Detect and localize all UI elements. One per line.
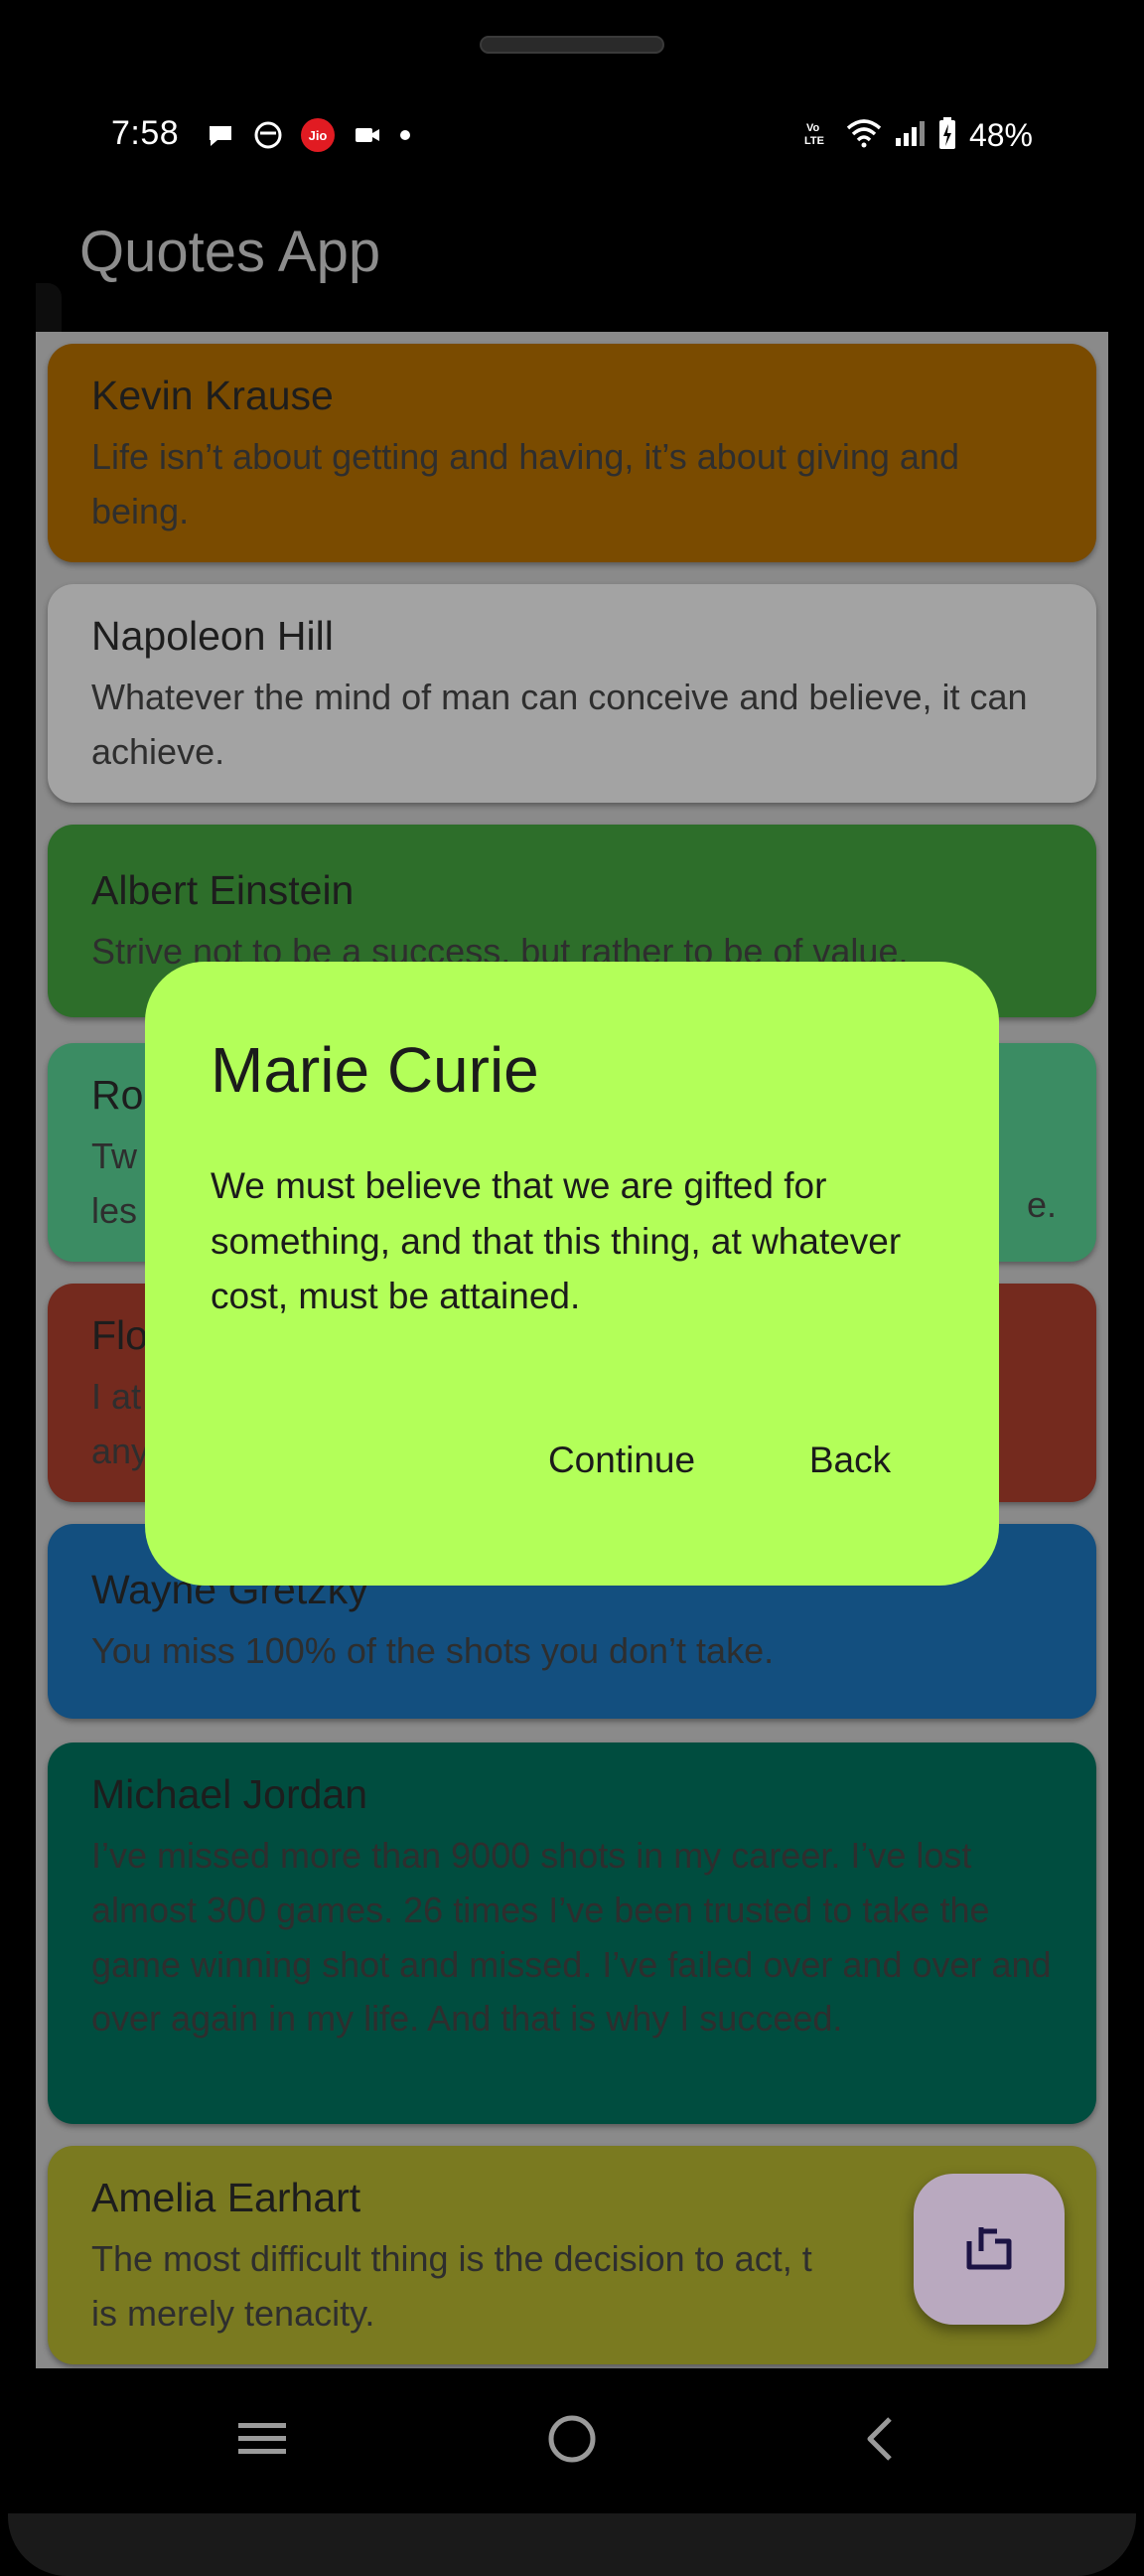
quote-author: Napoleon Hill xyxy=(91,613,334,659)
app-title: Quotes App xyxy=(79,220,381,284)
share-fab[interactable] xyxy=(914,2174,1065,2325)
quote-author: Amelia Earhart xyxy=(91,2175,361,2220)
dialog-body: We must believe that we are gifted for s… xyxy=(211,1165,902,1316)
quote-text-fragment: e. xyxy=(1026,1184,1057,1225)
snapchat-like-icon xyxy=(253,120,283,150)
continue-button[interactable]: Continue xyxy=(522,1421,721,1500)
quote-author: Albert Einstein xyxy=(91,867,355,913)
back-icon xyxy=(860,2413,900,2470)
svg-text:Vo: Vo xyxy=(806,122,820,134)
recents-icon xyxy=(236,2419,288,2464)
quote-author: Michael Jordan xyxy=(91,1771,368,1817)
quote-text: Life isn’t about getting and having, it’… xyxy=(91,436,959,531)
video-camera-icon xyxy=(353,120,382,150)
nav-back-button[interactable] xyxy=(845,2406,915,2476)
wifi-icon xyxy=(846,118,882,153)
recents-button[interactable] xyxy=(227,2406,297,2476)
phone-frame: 7:58 Jio Vo LTE 48% Quotes App Kevin Kra… xyxy=(0,0,1144,2576)
svg-text:LTE: LTE xyxy=(804,135,824,147)
more-notifications-dot-icon xyxy=(400,130,410,140)
quote-author: Kevin Krause xyxy=(91,373,334,418)
volte-icon: Vo LTE xyxy=(804,118,834,153)
quote-text: I’ve missed more than 9000 shots in my c… xyxy=(91,1835,1052,2040)
quote-text-line2: is merely tenacity. xyxy=(91,2292,375,2334)
speaker-grille xyxy=(480,36,664,54)
quote-card[interactable]: Michael Jordan I’ve missed more than 900… xyxy=(48,1743,1096,2124)
quote-text: Whatever the mind of man can conceive an… xyxy=(91,677,1028,772)
home-icon xyxy=(546,2413,598,2470)
home-button[interactable] xyxy=(537,2406,607,2476)
quote-text: You miss 100% of the shots you don’t tak… xyxy=(91,1630,775,1672)
jio-icon: Jio xyxy=(301,118,335,152)
quote-card[interactable]: Kevin Krause Life isn’t about getting an… xyxy=(48,344,1096,562)
chat-bubble-icon xyxy=(206,120,235,150)
quote-dialog: Marie Curie We must believe that we are … xyxy=(145,962,999,1586)
notification-icons: Jio xyxy=(206,118,410,152)
quote-text: The most difficult thing is the decision… xyxy=(91,2238,812,2280)
battery-percentage: 48% xyxy=(968,117,1033,153)
status-time: 7:58 xyxy=(111,114,180,152)
signal-icon xyxy=(894,118,926,153)
dialog-title: Marie Curie xyxy=(211,1034,539,1106)
system-status-icons: Vo LTE 48% xyxy=(804,116,1033,155)
back-button[interactable]: Back xyxy=(781,1421,920,1500)
bottom-bezel xyxy=(8,2513,1136,2576)
quote-card[interactable]: Napoleon Hill Whatever the mind of man c… xyxy=(48,584,1096,803)
battery-icon xyxy=(937,116,957,155)
system-navigation-bar xyxy=(0,2368,1144,2513)
status-bar: 7:58 Jio Vo LTE 48% xyxy=(0,104,1144,170)
share-icon xyxy=(957,2215,1021,2284)
